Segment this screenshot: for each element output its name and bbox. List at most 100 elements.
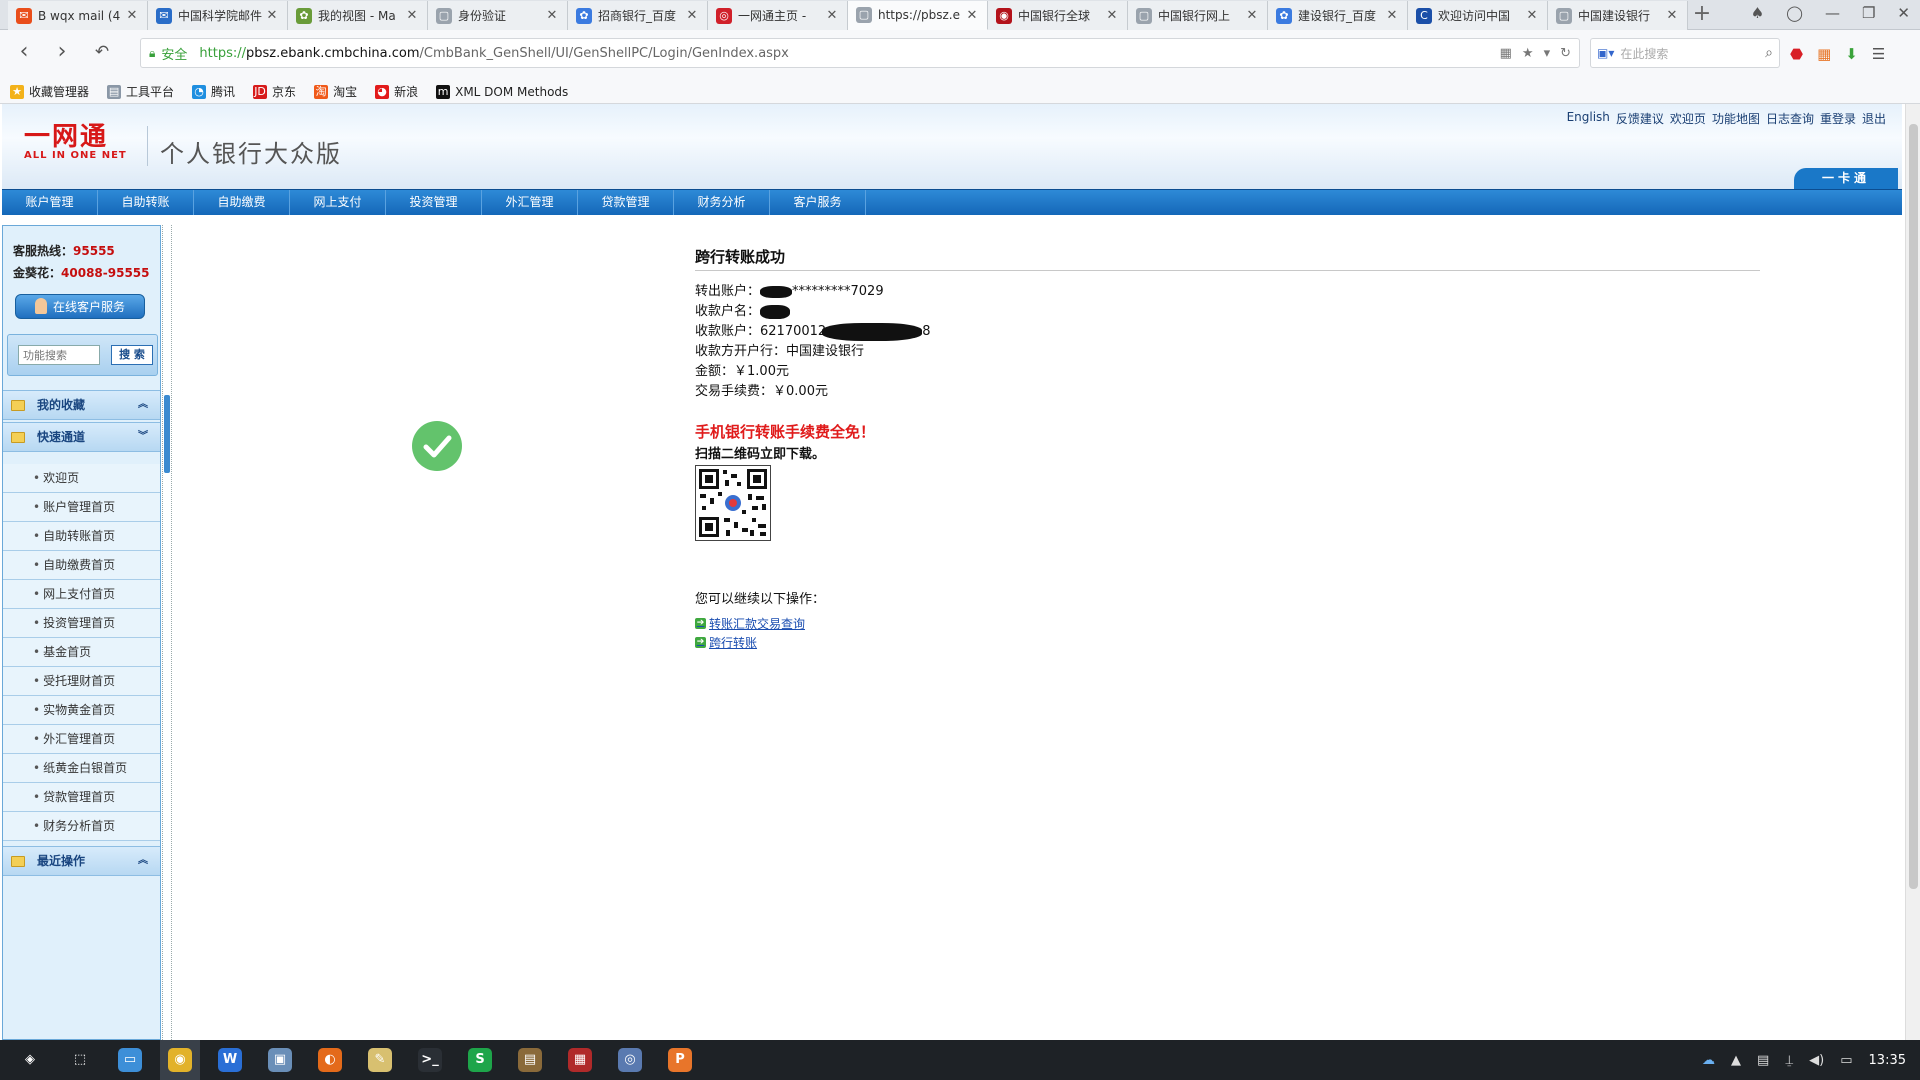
volume-icon[interactable]: ◀): [1809, 1053, 1824, 1068]
browser-tab[interactable]: ◉ 中国银行全球 ✕: [988, 1, 1128, 30]
close-tab-icon[interactable]: ✕: [1525, 8, 1539, 23]
close-tab-icon[interactable]: ✕: [1665, 8, 1679, 23]
favorites-header[interactable]: 我的收藏 ︽: [3, 390, 160, 420]
bookmark-item[interactable]: ◕ 新浪: [375, 83, 418, 100]
nav-item[interactable]: 自助转账: [98, 190, 194, 215]
sidebar-item[interactable]: 受托理财首页: [3, 667, 160, 696]
function-search-input[interactable]: [18, 345, 100, 365]
close-tab-icon[interactable]: ✕: [545, 8, 559, 23]
sidebar-item[interactable]: 财务分析首页: [3, 812, 160, 841]
notification-icon[interactable]: ▤: [1757, 1053, 1769, 1068]
browser-tab[interactable]: ✿ 建设银行_百度 ✕: [1268, 1, 1408, 30]
sidebar-item[interactable]: 贷款管理首页: [3, 783, 160, 812]
taskbar-app-deepin-launcher[interactable]: ◈: [10, 1040, 50, 1080]
usb-icon[interactable]: ⍊: [1785, 1053, 1793, 1068]
browser-tab[interactable]: C 欢迎访问中国 ✕: [1408, 1, 1548, 30]
taskbar-app-firefox[interactable]: ◐: [310, 1040, 350, 1080]
url-text[interactable]: https://pbsz.ebank.cmbchina.com/CmbBank_…: [199, 46, 1499, 61]
tray-expand-icon[interactable]: ▲: [1731, 1053, 1741, 1068]
browser-tab[interactable]: ▢ 中国建设银行 ✕: [1548, 1, 1688, 30]
taskbar-app-wps-spreadsheet[interactable]: S: [460, 1040, 500, 1080]
nav-item[interactable]: 网上支付: [290, 190, 386, 215]
sidebar-item[interactable]: 自助缴费首页: [3, 551, 160, 580]
forward-icon[interactable]: ›: [48, 39, 76, 67]
new-tab-button[interactable]: +: [1688, 2, 1716, 28]
nav-item[interactable]: 投资管理: [386, 190, 482, 215]
bookmark-item[interactable]: 淘淘宝: [314, 83, 357, 100]
taskbar-app-chrome[interactable]: ◉: [160, 1040, 200, 1080]
back-icon[interactable]: ‹: [10, 39, 38, 67]
close-tab-icon[interactable]: ✕: [265, 8, 279, 23]
scrollbar-thumb[interactable]: [1909, 124, 1918, 889]
top-link[interactable]: 退出: [1862, 110, 1886, 127]
online-service-button[interactable]: 在线客户服务: [15, 294, 145, 319]
address-bar[interactable]: 🔒︎ 安全 https://pbsz.ebank.cmbchina.com/Cm…: [140, 38, 1580, 68]
browser-tab[interactable]: ▢ https://pbsz.e ✕: [848, 1, 988, 30]
top-link[interactable]: 重登录: [1820, 110, 1856, 127]
sidebar-item[interactable]: 网上支付首页: [3, 580, 160, 609]
browser-search[interactable]: ▣▾ 在此搜索 ⌕: [1590, 38, 1780, 68]
dropdown-icon[interactable]: ▾: [1544, 46, 1551, 61]
top-link[interactable]: 日志查询: [1766, 110, 1814, 127]
bookmark-item[interactable]: ◔ 腾讯: [192, 83, 235, 100]
download-icon[interactable]: ⬇: [1845, 45, 1858, 63]
close-tab-icon[interactable]: ✕: [1245, 8, 1259, 23]
sidebar-item[interactable]: 基金首页: [3, 638, 160, 667]
minimize-icon[interactable]: —: [1825, 4, 1840, 22]
browser-tab[interactable]: ▢ 中国银行网上 ✕: [1128, 1, 1268, 30]
top-link[interactable]: 欢迎页: [1670, 110, 1706, 127]
bookmark-item[interactable]: JD 京东: [253, 83, 296, 100]
taskbar-app-wps-presentation[interactable]: P: [660, 1040, 700, 1080]
search-icon[interactable]: ⌕: [1765, 45, 1773, 61]
taskbar-app-wps-writer[interactable]: W: [210, 1040, 250, 1080]
browser-tab[interactable]: ▢ 身份验证 ✕: [428, 1, 568, 30]
close-tab-icon[interactable]: ✕: [405, 8, 419, 23]
cloud-icon[interactable]: ☁: [1702, 1053, 1715, 1068]
browser-tab[interactable]: ✿ 我的视图 - Ma ✕: [288, 1, 428, 30]
browser-tab[interactable]: ✿ 招商银行_百度 ✕: [568, 1, 708, 30]
browser-tab[interactable]: ✉ B wqx mail (4 ✕: [8, 1, 148, 30]
close-tab-icon[interactable]: ✕: [1385, 8, 1399, 23]
nav-item[interactable]: 外汇管理: [482, 190, 578, 215]
close-tab-icon[interactable]: ✕: [965, 8, 979, 23]
page-scrollbar[interactable]: [1905, 104, 1920, 1040]
nav-item[interactable]: 客户服务: [770, 190, 866, 215]
sidebar-item[interactable]: 投资管理首页: [3, 609, 160, 638]
browser-tab[interactable]: ✉ 中国科学院邮件 ✕: [148, 1, 288, 30]
interbank-transfer-link[interactable]: ➔ 跨行转账: [695, 634, 757, 651]
sidebar-item[interactable]: 账户管理首页: [3, 493, 160, 522]
top-link[interactable]: English: [1567, 110, 1610, 127]
close-window-icon[interactable]: ✕: [1897, 4, 1910, 22]
clock[interactable]: 13:35: [1869, 1053, 1906, 1068]
bookmark-item[interactable]: ▤ 工具平台: [107, 83, 174, 100]
sidebar-item[interactable]: 纸黄金白银首页: [3, 754, 160, 783]
bookmark-item[interactable]: m XML DOM Methods: [436, 84, 568, 99]
taskbar-app-terminal[interactable]: >_: [410, 1040, 450, 1080]
recent-ops-header[interactable]: 最近操作 ︽: [3, 846, 160, 876]
transfer-query-link[interactable]: ➔ 转账汇款交易查询: [695, 615, 805, 632]
nav-item[interactable]: 贷款管理: [578, 190, 674, 215]
sidebar-splitter[interactable]: [162, 225, 172, 1040]
taskbar-app-file-manager[interactable]: ▭: [110, 1040, 150, 1080]
close-tab-icon[interactable]: ✕: [825, 8, 839, 23]
function-search-button[interactable]: 搜 索: [111, 345, 153, 365]
quick-access-header[interactable]: 快速通道 ︾: [3, 422, 160, 452]
taskbar-app-system-monitor[interactable]: ▦: [560, 1040, 600, 1080]
top-link[interactable]: 反馈建议: [1616, 110, 1664, 127]
apps-grid-icon[interactable]: ▦: [1817, 45, 1831, 63]
sidebar-item[interactable]: 实物黄金首页: [3, 696, 160, 725]
nav-item[interactable]: 账户管理: [2, 190, 98, 215]
bookmark-item[interactable]: ★ 收藏管理器: [10, 83, 89, 100]
close-tab-icon[interactable]: ✕: [685, 8, 699, 23]
collapse-handle[interactable]: [164, 395, 170, 473]
browser-tab[interactable]: ◎ 一网通主页 - ✕: [708, 1, 848, 30]
top-link[interactable]: 功能地图: [1712, 110, 1760, 127]
taskbar-app-virtualbox[interactable]: ▣: [260, 1040, 300, 1080]
menu-icon[interactable]: ☰: [1872, 45, 1885, 63]
undo-close-icon[interactable]: ↶: [88, 39, 116, 67]
sidebar-item[interactable]: 欢迎页: [3, 464, 160, 493]
card-tab[interactable]: 一卡通: [1794, 168, 1898, 189]
nav-item[interactable]: 自助缴费: [194, 190, 290, 215]
search-engine-icon[interactable]: ▣▾: [1597, 46, 1614, 60]
shirt-skin-icon[interactable]: ♠: [1751, 4, 1764, 22]
